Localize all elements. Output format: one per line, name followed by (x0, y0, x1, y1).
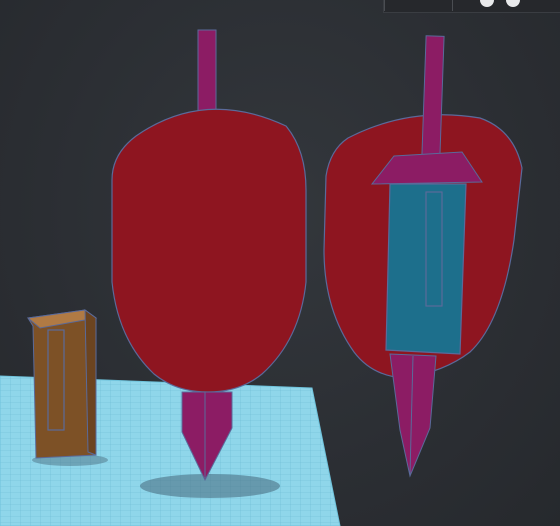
sword-grip[interactable] (197, 29, 217, 117)
object-shadow (140, 474, 280, 498)
sword-grip[interactable] (421, 35, 445, 157)
scene-canvas[interactable] (0, 0, 560, 526)
3d-viewport[interactable]: ٴ (0, 0, 560, 526)
sword-shield-with-sheath[interactable] (323, 35, 523, 478)
wooden-block[interactable] (26, 309, 98, 459)
shield[interactable] (111, 108, 307, 393)
